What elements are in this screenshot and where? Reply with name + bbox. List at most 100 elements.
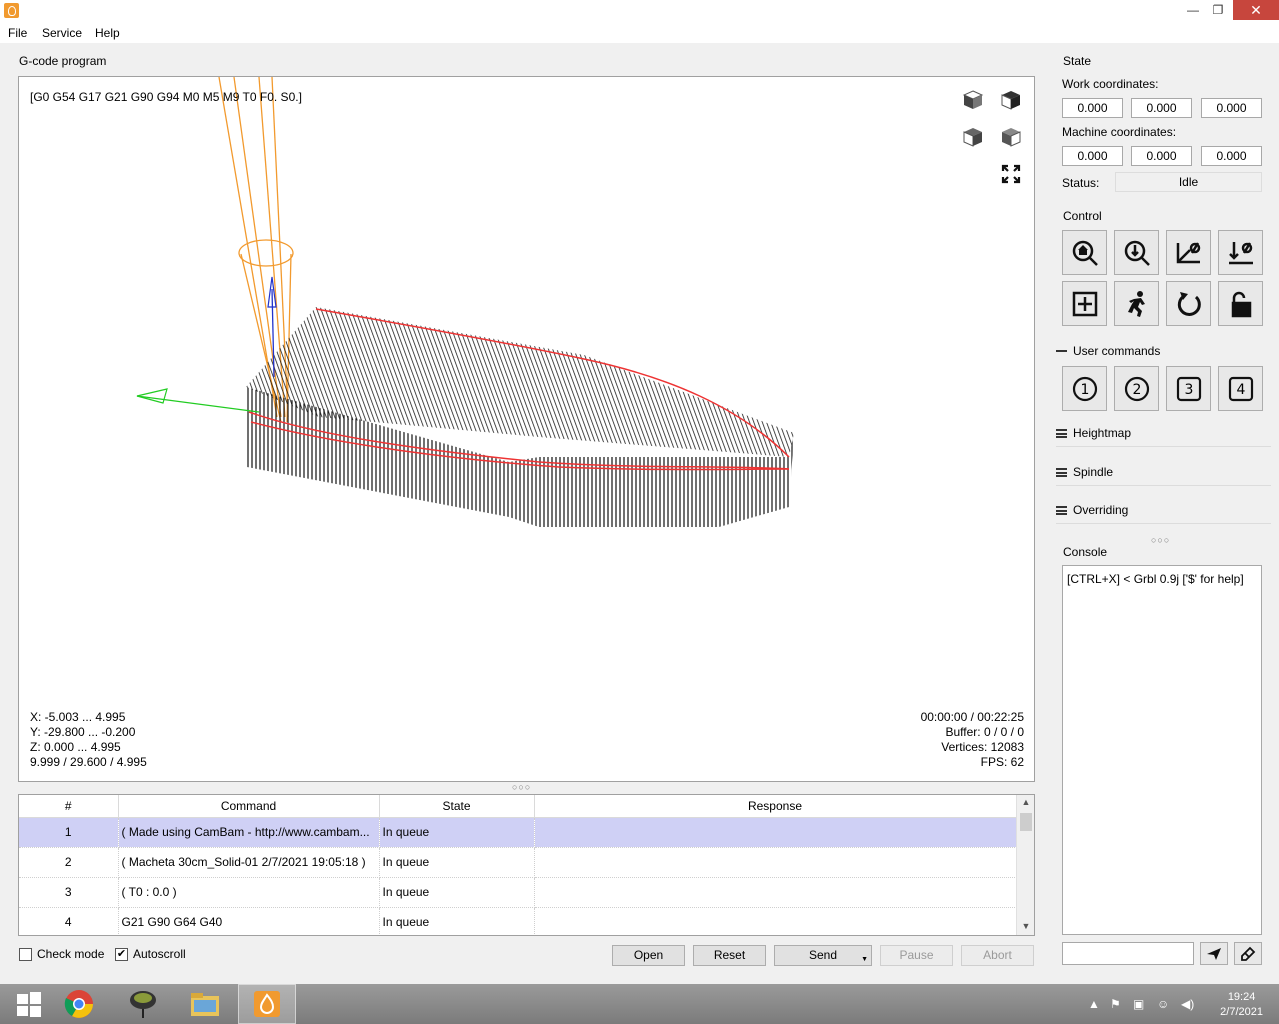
explorer-taskbar-item[interactable] (176, 984, 234, 1024)
taskbar: ▲ ⚑ ▣ ☺ ◀) 19:24 2/7/2021 (0, 984, 1279, 1024)
user-button-label: 3 (1184, 382, 1193, 398)
right-splitter-handle[interactable]: ○○○ (1151, 535, 1170, 545)
reset-button[interactable]: Reset (693, 945, 766, 966)
checkbox-unchecked-icon[interactable] (19, 947, 32, 961)
vertices-info: Vertices: 12083 (941, 740, 1024, 754)
menu-icon (1056, 505, 1067, 515)
menu-bar: File Service Help (0, 22, 1279, 44)
fit-view-button[interactable] (996, 160, 1026, 188)
col-response[interactable]: Response (534, 795, 1017, 818)
control-title: Control (1063, 209, 1102, 223)
row-state: In queue (379, 877, 535, 908)
console-send-button[interactable] (1200, 942, 1228, 965)
running-man-icon (1127, 290, 1145, 317)
row-response (534, 907, 1017, 935)
fullscreen-icon (1001, 164, 1021, 184)
toolpath-scene[interactable] (19, 77, 1035, 782)
view-top-button[interactable] (958, 86, 988, 114)
app-icon (4, 3, 19, 18)
table-row[interactable]: 4 G21 G90 G64 G40 In queue (19, 907, 1017, 935)
gcode-panel-title: G-code program (19, 54, 107, 68)
console-output[interactable]: [CTRL+X] < Grbl 0.9j ['$' for help] (1062, 565, 1262, 935)
cube-icon (1002, 128, 1021, 147)
maximize-button[interactable]: ❐ (1203, 0, 1233, 20)
safe-position-button[interactable] (1114, 281, 1159, 326)
system-clock[interactable]: 19:24 2/7/2021 (1220, 990, 1263, 1020)
col-number[interactable]: # (19, 795, 119, 818)
menu-help[interactable]: Help (95, 26, 120, 40)
zero-z-button[interactable] (1218, 230, 1263, 275)
cube-icon (963, 128, 982, 147)
view-iso-button[interactable] (996, 123, 1026, 151)
view-left-button[interactable] (958, 123, 988, 151)
user-commands-title: User commands (1073, 344, 1161, 358)
scroll-down-icon[interactable]: ▼ (1017, 921, 1034, 931)
table-row[interactable]: 1 ( Made using CamBam - http://www.camba… (19, 817, 1017, 848)
check-mode-label: Check mode (37, 947, 105, 961)
user-command-3-button[interactable]: 3 (1166, 366, 1211, 411)
user-command-4-button[interactable]: 4 (1218, 366, 1263, 411)
user-button-label: 1 (1080, 382, 1089, 398)
table-row[interactable]: 3 ( T0 : 0.0 ) In queue (19, 877, 1017, 908)
home-button[interactable] (1062, 230, 1107, 275)
gcode-3d-viewer[interactable]: [G0 G54 G17 G21 G90 G94 M0 M5 M9 T0 F0. … (18, 76, 1035, 782)
user-command-2-button[interactable]: 2 (1114, 366, 1159, 411)
abort-button[interactable]: Abort (961, 945, 1034, 966)
check-mode-checkbox[interactable]: Check mode (19, 947, 104, 961)
table-header: # Command State Response (19, 795, 1017, 818)
buffer-info: Buffer: 0 / 0 / 0 (945, 725, 1025, 739)
dropdown-arrow-icon[interactable]: ▼ (861, 950, 868, 969)
spindle-section[interactable]: Spindle (1056, 465, 1271, 486)
table-scrollbar[interactable]: ▲ ▼ (1016, 795, 1034, 935)
chrome-taskbar-item[interactable] (50, 984, 108, 1024)
col-command[interactable]: Command (118, 795, 380, 818)
app2-taskbar-item[interactable] (114, 984, 172, 1024)
pause-button[interactable]: Pause (880, 945, 953, 966)
checkbox-checked-icon[interactable]: ✔ (115, 947, 128, 961)
scroll-up-icon[interactable]: ▲ (1017, 797, 1034, 807)
machine-x-field: 0.000 (1062, 146, 1123, 166)
probe-search-icon (1124, 240, 1150, 266)
view-front-button[interactable] (996, 86, 1026, 114)
menu-service[interactable]: Service (42, 26, 82, 40)
work-y-field: 0.000 (1131, 98, 1192, 118)
reset-machine-button[interactable] (1166, 281, 1211, 326)
circle-2-icon: 2 (1124, 376, 1149, 401)
bounds-x: X: -5.003 ... 4.995 (30, 710, 126, 724)
row-state: In queue (379, 907, 535, 935)
menu-file[interactable]: File (8, 26, 27, 40)
overriding-section[interactable]: Overriding (1056, 503, 1271, 524)
heightmap-section[interactable]: Heightmap (1056, 426, 1271, 447)
status-value: Idle (1115, 172, 1262, 192)
user-command-1-button[interactable]: 1 (1062, 366, 1107, 411)
scroll-thumb[interactable] (1020, 813, 1032, 831)
folder-icon (191, 993, 219, 1016)
close-button[interactable]: ✕ (1233, 0, 1279, 20)
send-button[interactable]: Send ▼ (774, 945, 872, 966)
user-commands-header[interactable]: User commands (1056, 344, 1160, 358)
spindle-title: Spindle (1073, 465, 1114, 479)
flag-icon[interactable]: ⚑ (1110, 997, 1121, 1011)
col-state[interactable]: State (379, 795, 535, 818)
candle-taskbar-item[interactable] (238, 984, 296, 1024)
tray-expand-icon[interactable]: ▲ (1088, 997, 1100, 1011)
collapse-minus-icon[interactable] (1056, 350, 1067, 352)
table-row[interactable]: 2 ( Macheta 30cm_Solid-01 2/7/2021 19:05… (19, 847, 1017, 878)
autoscroll-checkbox[interactable]: ✔ Autoscroll (115, 947, 186, 961)
app-tray-icon[interactable]: ☺ (1157, 997, 1169, 1011)
volume-icon[interactable]: ◀) (1181, 997, 1194, 1011)
gcode-table[interactable]: # Command State Response 1 ( Made using … (18, 794, 1035, 936)
network-icon[interactable]: ▣ (1133, 997, 1144, 1011)
splitter-handle[interactable]: ○○○ (512, 782, 531, 792)
zero-z-probe-button[interactable] (1114, 230, 1159, 275)
restore-origin-button[interactable] (1062, 281, 1107, 326)
fps-info: FPS: 62 (980, 755, 1024, 769)
console-clear-button[interactable] (1234, 942, 1262, 965)
open-button[interactable]: Open (612, 945, 685, 966)
zero-xy-button[interactable] (1166, 230, 1211, 275)
chrome-icon (64, 990, 93, 1018)
clock-date: 2/7/2021 (1220, 1006, 1263, 1018)
console-input[interactable] (1062, 942, 1194, 965)
unlock-button[interactable] (1218, 281, 1263, 326)
bounds-z: Z: 0.000 ... 4.995 (30, 740, 121, 754)
